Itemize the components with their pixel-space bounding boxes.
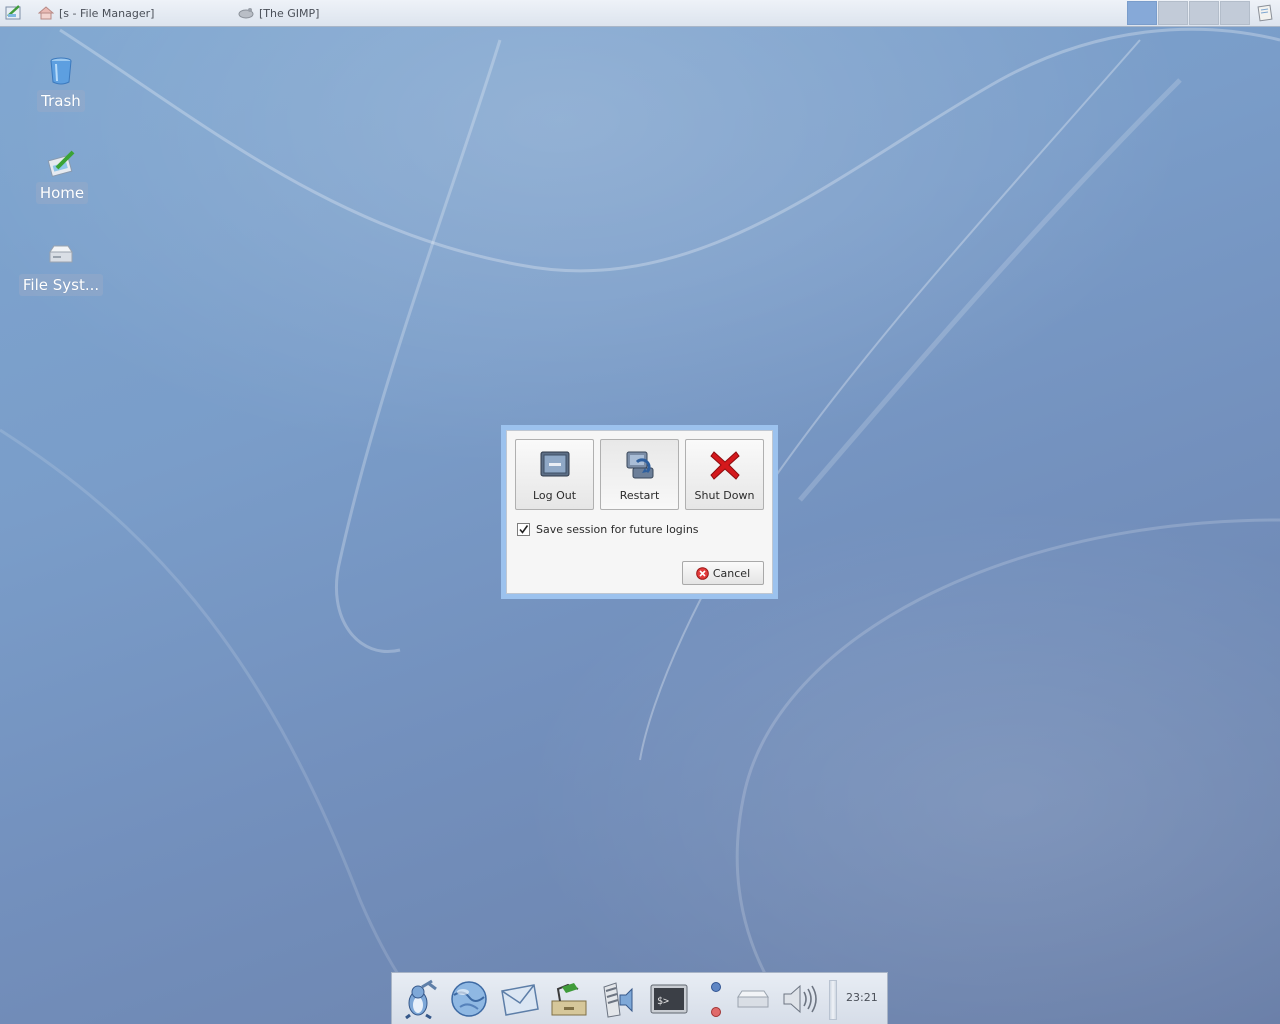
cancel-icon: [696, 566, 709, 580]
desktop-icon-label: Trash: [37, 90, 85, 112]
home-folder-icon: [38, 6, 54, 20]
task-file-manager[interactable]: [s - File Manager]: [38, 0, 154, 26]
xfce-menu-icon[interactable]: [4, 4, 24, 22]
restart-label: Restart: [619, 489, 660, 502]
desktop-icon-label: Home: [35, 182, 89, 204]
gimp-icon: [238, 8, 254, 19]
checkmark-icon: [519, 525, 529, 534]
shut-down-button[interactable]: Shut Down: [685, 439, 764, 510]
dock-separator[interactable]: [829, 980, 837, 1020]
save-session-row: Save session for future logins: [517, 523, 699, 536]
save-session-checkbox[interactable]: [517, 523, 530, 536]
workspace-1[interactable]: [1127, 1, 1157, 25]
web-browser-icon[interactable]: [448, 979, 490, 1019]
drive-icon: [49, 245, 73, 263]
top-panel: [s - File Manager] [The GIMP]: [0, 0, 1280, 27]
lock-icon[interactable]: [711, 982, 721, 992]
logout-icon: [540, 451, 569, 477]
task-gimp[interactable]: [The GIMP]: [238, 0, 319, 26]
notes-icon[interactable]: [1256, 4, 1274, 22]
workspace-pager: [1127, 1, 1251, 25]
clock[interactable]: 23:21: [846, 991, 878, 1004]
file-manager-icon[interactable]: [548, 979, 590, 1019]
workspace-2[interactable]: [1158, 1, 1188, 25]
task-label: [The GIMP]: [259, 6, 320, 20]
volume-icon[interactable]: [778, 979, 820, 1019]
cancel-button[interactable]: Cancel: [682, 561, 764, 585]
log-out-label: Log Out: [532, 489, 577, 502]
logout-tray-icon[interactable]: [711, 1007, 721, 1017]
terminal-icon[interactable]: $>: [648, 979, 690, 1019]
desktop-icon-label: File Syst...: [18, 274, 104, 296]
restart-icon: [626, 451, 653, 479]
shutdown-icon: [709, 451, 740, 480]
trash-icon: [50, 57, 72, 85]
shut-down-label: Shut Down: [694, 489, 755, 502]
workspace-3[interactable]: [1189, 1, 1219, 25]
mail-icon[interactable]: [498, 979, 540, 1019]
xfce-menu-launcher-icon[interactable]: [398, 979, 440, 1019]
media-player-icon[interactable]: [598, 979, 640, 1019]
bottom-dock: $> 23:21: [391, 972, 888, 1024]
save-session-label: Save session for future logins: [536, 523, 699, 536]
desktop-icon-filesystem[interactable]: File Syst...: [11, 240, 111, 296]
log-out-button[interactable]: Log Out: [515, 439, 594, 510]
home-icon: [47, 150, 75, 177]
workspace-4[interactable]: [1220, 1, 1250, 25]
cancel-label: Cancel: [712, 566, 751, 580]
desktop-icon-trash[interactable]: Trash: [11, 56, 111, 112]
removable-drive-icon[interactable]: [732, 979, 774, 1019]
desktop-icon-home[interactable]: Home: [12, 148, 112, 204]
restart-button[interactable]: Restart: [600, 439, 679, 510]
logout-dialog: Log Out Restart Shut Down Save session f…: [501, 425, 778, 599]
svg-text:$>: $>: [657, 996, 669, 1007]
logout-dialog-body: Log Out Restart Shut Down Save session f…: [506, 430, 773, 594]
task-label: [s - File Manager]: [59, 6, 155, 20]
